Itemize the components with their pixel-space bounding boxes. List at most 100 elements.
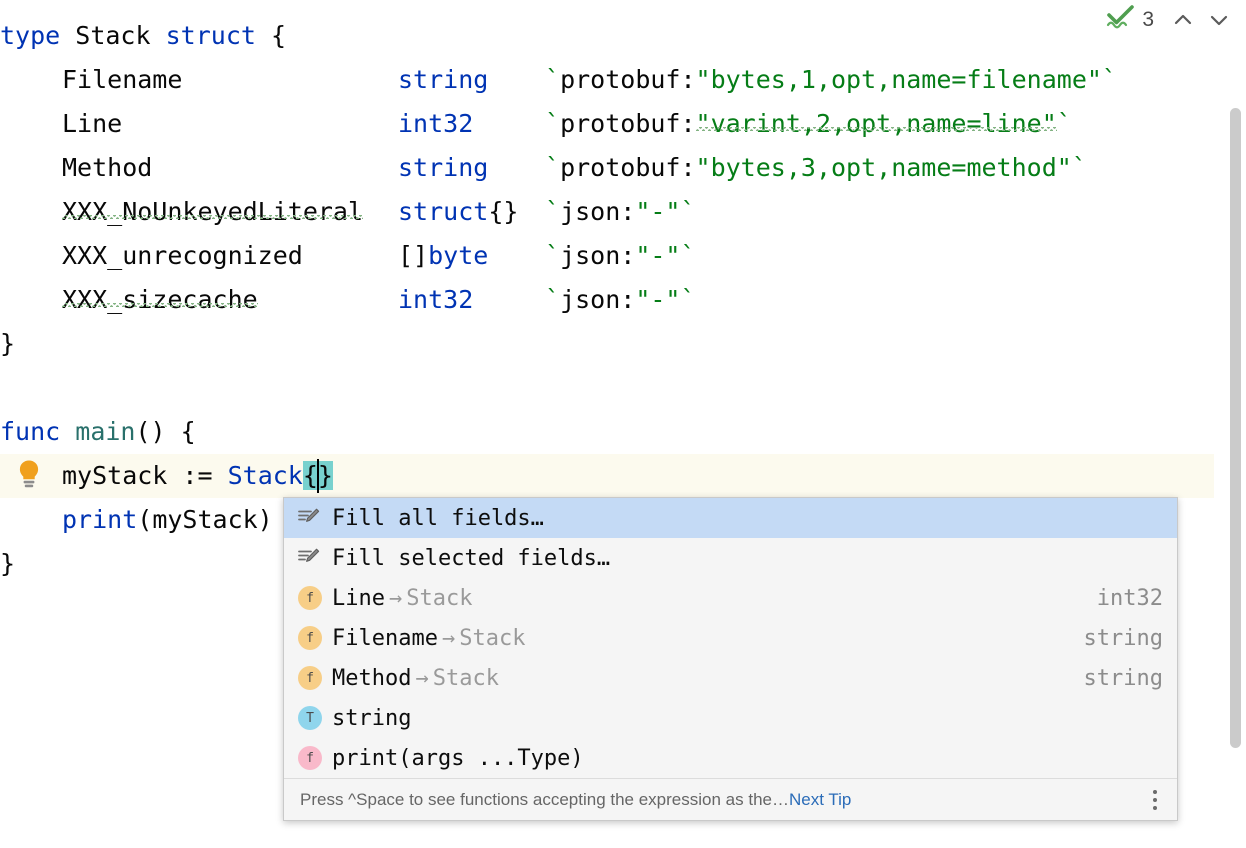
field-badge-icon: f — [298, 626, 332, 650]
code-line-12: } — [0, 542, 15, 586]
field-badge-icon: f — [298, 666, 332, 690]
completion-list[interactable]: Fill all fields… Fill selected fields… f Li… — [284, 498, 1177, 778]
code-line-6-type: []byte — [398, 234, 488, 278]
kebab-menu-icon[interactable] — [1143, 785, 1167, 815]
token-json-key-1: json: — [560, 197, 636, 226]
token-main-close-brace: } — [0, 549, 16, 578]
code-line-1: type Stack struct { — [0, 14, 286, 58]
field-badge-icon: f — [298, 586, 332, 610]
kebab-dot-1 — [1153, 789, 1157, 794]
completion-hint-text: Press ^Space to see functions accepting … — [300, 789, 789, 809]
token-protobuf-key-1: protobuf: — [560, 65, 696, 94]
field-badge-icon-badge: f — [298, 626, 322, 650]
token-space6 — [167, 461, 182, 490]
chevron-up-glyph — [1174, 14, 1192, 24]
completion-item-line[interactable]: f Line → Stack int32 — [284, 578, 1177, 618]
token-protobuf-key-2: protobuf: — [560, 109, 696, 138]
completion-footer: Press ^Space to see functions accepting … — [284, 778, 1177, 820]
composite-literal-braces[interactable]: {} — [302, 459, 333, 493]
checkmark-squiggle-icon[interactable] — [1106, 3, 1136, 36]
scrollbar-thumb[interactable] — [1230, 108, 1241, 748]
code-line-5-name: XXX_NoUnkeyedLiteral — [62, 190, 363, 234]
fill-fields-icon — [298, 508, 332, 528]
token-struct-close-brace: } — [0, 329, 16, 358]
completion-item-filename[interactable]: f Filename → Stack string — [284, 618, 1177, 658]
token-backtick-6: ` — [545, 285, 561, 314]
token-keyword-func: func — [0, 417, 61, 446]
code-line-7-tag: `json:"-"` — [545, 278, 696, 322]
token-tag-str-2: "varint,2,opt,name=line" — [695, 109, 1057, 138]
completion-item-owner: Stack — [432, 665, 499, 691]
completion-item-method[interactable]: f Method → Stack string — [284, 658, 1177, 698]
token-type-byte: byte — [428, 241, 489, 270]
kebab-dot-3 — [1153, 805, 1157, 810]
code-line-3-tag: `protobuf:"varint,2,opt,name=line"` — [545, 102, 1072, 146]
field-badge-icon-badge: f — [298, 586, 322, 610]
completion-item-owner: Stack — [459, 625, 526, 651]
problem-count: 3 — [1142, 7, 1154, 31]
token-json-dash-2: "-" — [635, 241, 681, 270]
token-stack-type-ref: Stack — [227, 461, 303, 490]
code-line-2-tag: `protobuf:"bytes,1,opt,name=filename"` — [545, 58, 1117, 102]
type-badge-icon-badge: T — [298, 706, 322, 730]
token-backtick-end-6: ` — [680, 285, 696, 314]
code-line-6-name: XXX_unrecognized — [62, 234, 303, 278]
function-badge-icon-badge: f — [298, 746, 322, 770]
code-line-4-name: Method — [62, 146, 152, 190]
token-protobuf-key-3: protobuf: — [560, 153, 696, 182]
completion-item-label: string — [332, 705, 412, 731]
token-space2 — [151, 21, 166, 50]
code-line-4-type: string — [398, 146, 488, 190]
token-func-main: main — [75, 417, 136, 446]
text-caret — [316, 459, 319, 493]
token-json-dash-1: "-" — [635, 197, 681, 226]
arrow-right-icon: → — [441, 625, 456, 651]
code-line-11: print(myStack) — [62, 498, 273, 542]
completion-item-type: string — [1083, 625, 1163, 651]
token-keyword-struct: struct — [165, 21, 256, 50]
token-backtick-end-5: ` — [680, 241, 696, 270]
completion-item-fill-selected-fields[interactable]: Fill selected fields… — [284, 538, 1177, 578]
code-line-5-type: struct{} — [398, 190, 518, 234]
token-space5 — [166, 417, 181, 446]
code-line-5-tag: `json:"-"` — [545, 190, 696, 234]
token-keyword-type: type — [0, 21, 61, 50]
token-builtin-print: print — [62, 505, 138, 534]
completion-item-owner: Stack — [406, 585, 473, 611]
lightbulb-icon[interactable] — [16, 459, 42, 489]
fill-fields-glyph — [298, 508, 320, 522]
token-json-key-2: json: — [560, 241, 636, 270]
arrow-right-icon: → — [388, 585, 403, 611]
completion-item-label: Fill selected fields… — [332, 545, 611, 571]
code-completion-popup[interactable]: Fill all fields… Fill selected fields… f Li… — [283, 497, 1178, 821]
completion-item-label: Line — [332, 585, 385, 611]
inspection-status-widget[interactable]: 3 — [1106, 3, 1234, 36]
completion-item-label: Filename — [332, 625, 438, 651]
token-backtick-4: ` — [545, 197, 561, 226]
token-brace-open: { — [270, 21, 287, 50]
field-badge-icon-badge: f — [298, 666, 322, 690]
token-type-structempty-braces: {} — [488, 197, 519, 226]
vertical-scrollbar[interactable] — [1228, 0, 1246, 848]
completion-item-string[interactable]: Tstring — [284, 698, 1177, 738]
token-type-structempty-kw: struct — [398, 197, 489, 226]
completion-item-fill-all-fields[interactable]: Fill all fields… — [284, 498, 1177, 538]
token-backtick-end-4: ` — [680, 197, 696, 226]
token-backtick-3: ` — [545, 153, 561, 182]
kebab-dot-2 — [1153, 797, 1157, 802]
token-type-string-2: string — [398, 153, 489, 182]
token-byteslice-brackets: [] — [398, 241, 429, 270]
code-line-9: func main() { — [0, 410, 196, 454]
next-tip-link[interactable]: Next Tip — [789, 790, 851, 810]
token-space7 — [213, 461, 228, 490]
code-line-3-name: Line — [62, 102, 122, 146]
token-var-mystack: myStack — [62, 461, 168, 490]
completion-item-type: string — [1083, 665, 1163, 691]
completion-item-type: int32 — [1096, 585, 1163, 611]
token-json-key-3: json: — [560, 285, 636, 314]
chevron-up-icon[interactable] — [1168, 5, 1198, 35]
arrow-right-icon: → — [415, 665, 429, 691]
completion-item-print-args-type[interactable]: f print(args ...Type) — [284, 738, 1177, 778]
token-print-args: (myStack) — [137, 505, 273, 534]
